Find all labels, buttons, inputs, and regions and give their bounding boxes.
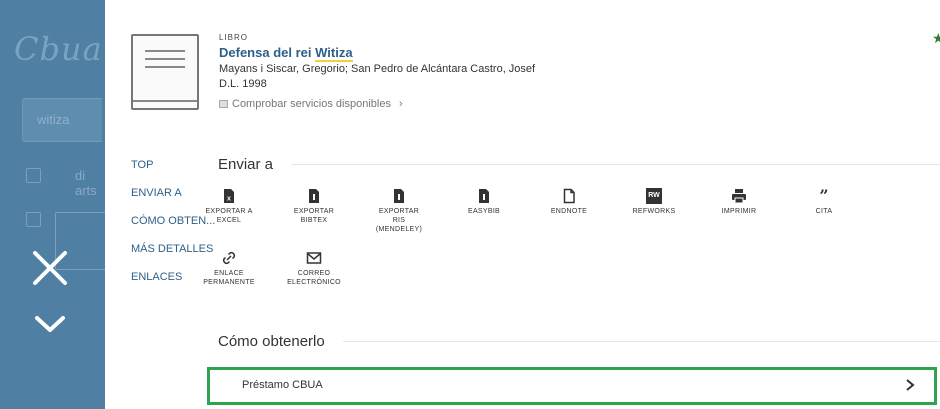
chevron-down-icon[interactable] [33, 312, 67, 336]
record-author: Mayans i Siscar, Gregorio; San Pedro de … [219, 63, 536, 75]
export-excel-button[interactable]: x EXPORTAR A EXCEL [192, 188, 266, 225]
endnote-file-icon [563, 188, 575, 204]
backdrop-list-text: di arts [75, 168, 97, 198]
link-icon [222, 251, 236, 265]
excel-file-icon: x [224, 189, 234, 203]
action-label: CITA [815, 208, 833, 215]
book-icon [219, 100, 228, 108]
export-ris-button[interactable]: EXPORTAR RIS (MENDELEY) [362, 188, 436, 234]
pin-icon[interactable]: ★ [932, 30, 940, 47]
record-title-text: Defensa del rei [219, 45, 316, 60]
section-title-enviar: Enviar a [218, 156, 940, 173]
printer-icon [732, 189, 746, 204]
backdrop-checkbox [26, 212, 41, 227]
action-label: EXPORTAR A EXCEL [205, 208, 253, 224]
divider [342, 341, 940, 342]
book-cover-icon [131, 34, 199, 110]
section-title-como-text: Cómo obtenerlo [218, 333, 325, 350]
record-date: D.L. 1998 [219, 78, 267, 90]
availability-link[interactable]: Comprobar servicios disponibles › [219, 98, 403, 110]
divider [291, 164, 940, 165]
endnote-button[interactable]: ENDNOTE [532, 188, 606, 216]
action-label: EXPORTAR RIS (MENDELEY) [375, 208, 423, 233]
prestamo-cbua-row[interactable]: Préstamo CBUA [207, 367, 937, 405]
action-label: EASYBIB [467, 208, 501, 215]
backdrop-logo: Cbua [14, 30, 103, 68]
refworks-icon: RW [646, 188, 662, 204]
permalink-button[interactable]: ENLACE PERMANENTE [192, 250, 266, 287]
action-label: EXPORTAR BIBTEX [293, 208, 335, 224]
backdrop-checkbox [26, 168, 41, 183]
backdrop-overlay: Cbua witiza di arts [0, 0, 105, 409]
action-label: IMPRIMIR [721, 208, 757, 215]
svg-text:x: x [227, 196, 231, 203]
easybib-button[interactable]: EASYBIB [447, 188, 521, 216]
record-title-highlight: Witiza [315, 45, 353, 62]
record-type: LIBRO [219, 33, 249, 42]
quote-icon: ” [819, 186, 829, 205]
export-bibtex-button[interactable]: EXPORTAR BIBTEX [277, 188, 351, 225]
ris-file-icon [394, 189, 404, 203]
record-panel: ★ LIBRO Defensa del rei Witiza Mayans i … [105, 0, 940, 409]
action-label: ENLACE PERMANENTE [203, 270, 255, 286]
easybib-file-icon [479, 189, 489, 203]
email-icon [306, 252, 322, 264]
section-title-enviar-text: Enviar a [218, 156, 274, 173]
availability-label: Comprobar servicios disponibles [232, 98, 391, 110]
close-icon[interactable] [30, 248, 70, 288]
refworks-button[interactable]: RW REFWORKS [617, 188, 691, 216]
chevron-right-icon: › [398, 98, 403, 110]
action-label: CORREO ELECTRÓNICO [287, 270, 341, 286]
cite-button[interactable]: ” CITA [787, 188, 861, 216]
email-button[interactable]: CORREO ELECTRÓNICO [277, 250, 351, 287]
backdrop-search-value: witiza [37, 112, 70, 127]
section-title-como-obtenerlo: Cómo obtenerlo [218, 333, 940, 350]
action-label: REFWORKS [632, 208, 676, 215]
record-title[interactable]: Defensa del rei Witiza [219, 45, 353, 62]
action-label: ENDNOTE [550, 208, 588, 215]
backdrop-search-input: witiza [22, 98, 102, 142]
print-button[interactable]: IMPRIMIR [702, 188, 776, 216]
bibtex-file-icon [309, 189, 319, 203]
chevron-right-icon [906, 379, 915, 391]
prestamo-cbua-label: Préstamo CBUA [242, 379, 323, 391]
nav-item-top[interactable]: TOP [131, 158, 215, 186]
